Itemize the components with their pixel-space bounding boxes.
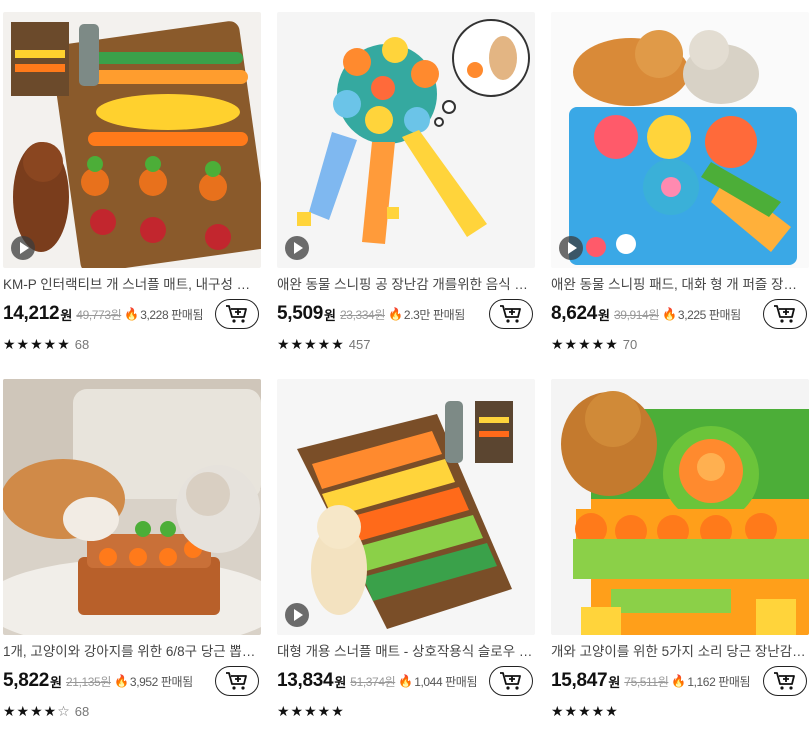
product-grid: KM-P 인터랙티브 개 스너플 매트, 내구성 있는 반려동물 노즈워크 담요… bbox=[0, 0, 810, 732]
play-icon[interactable] bbox=[11, 236, 35, 260]
sale-price: 13,834 bbox=[277, 670, 334, 691]
original-price: 51,374원 bbox=[350, 674, 396, 689]
product-image-art bbox=[551, 379, 809, 635]
price-row: 13,834 원 51,374원 🔥 1,044 판매됨 bbox=[277, 665, 535, 697]
star-rating: ★★★★☆ bbox=[3, 703, 71, 720]
sold-count: 2.3만 판매됨 bbox=[403, 307, 465, 322]
add-to-cart-button[interactable] bbox=[489, 666, 533, 696]
product-image[interactable] bbox=[551, 379, 809, 635]
price-row: 14,212 원 49,773원 🔥 3,228 판매됨 bbox=[3, 298, 261, 330]
cart-plus-icon bbox=[500, 672, 521, 690]
product-title[interactable]: 애완 동물 스니핑 패드, 대화 형 개 퍼즐 장난감 노즈워크 bbox=[551, 276, 809, 294]
product-card[interactable]: 1개, 고양이와 강아지를 위한 6/8구 당근 뽑기 장난감 5,822원 2… bbox=[3, 379, 261, 719]
add-to-cart-button[interactable] bbox=[215, 299, 259, 329]
currency-label: 원 bbox=[608, 674, 621, 690]
price-row: 8,624 원 39,914원 🔥 3,225 판매됨 bbox=[551, 298, 809, 330]
currency-label: 원 bbox=[324, 307, 337, 323]
sale-price: 14,212 bbox=[3, 303, 60, 324]
review-count: 68 bbox=[74, 336, 90, 352]
original-price: 39,914원 bbox=[614, 307, 659, 322]
review-count: 457 bbox=[348, 336, 371, 352]
price-row: 5,822 원 21,135원 🔥 3,952 판매됨 bbox=[3, 665, 261, 697]
rating: ★★★★★ 70 bbox=[551, 336, 809, 352]
play-icon[interactable] bbox=[285, 603, 309, 627]
fire-icon: 🔥 bbox=[124, 307, 140, 321]
cart-plus-icon bbox=[226, 672, 247, 690]
currency-label: 원 bbox=[60, 307, 73, 323]
rating: ★★★★★ bbox=[551, 703, 809, 719]
product-image-art bbox=[551, 12, 809, 268]
product-title[interactable]: 애완 동물 스니핑 공 장난감 개를위한 음식 스너플 볼 bbox=[277, 276, 535, 294]
fire-icon: 🔥 bbox=[387, 307, 403, 321]
star-rating: ★★★★★ bbox=[551, 335, 619, 352]
rating: ★★★★★ bbox=[277, 703, 535, 719]
play-icon[interactable] bbox=[285, 236, 309, 260]
cart-plus-icon bbox=[774, 305, 795, 323]
fire-icon: 🔥 bbox=[661, 307, 677, 321]
star-rating: ★★★★★ bbox=[551, 702, 619, 719]
product-card[interactable]: 개와 고양이를 위한 5가지 소리 당근 장난감 스너플 매트 15,847원 … bbox=[551, 379, 809, 719]
product-image[interactable] bbox=[3, 12, 261, 268]
play-icon[interactable] bbox=[559, 236, 583, 260]
sale-price: 8,624 bbox=[551, 303, 598, 324]
product-title[interactable]: 대형 개용 스너플 매트 - 상호작용식 슬로우 피더 노즈워크 bbox=[277, 643, 535, 661]
product-title[interactable]: KM-P 인터랙티브 개 스너플 매트, 내구성 있는 반려동물 노즈워크 담요 bbox=[3, 276, 261, 294]
star-rating: ★★★★★ bbox=[277, 702, 345, 719]
cart-plus-icon bbox=[500, 305, 521, 323]
cart-plus-icon bbox=[774, 672, 795, 690]
currency-label: 원 bbox=[50, 674, 63, 690]
sale-price: 15,847 bbox=[551, 670, 608, 691]
original-price: 21,135원 bbox=[66, 674, 111, 689]
original-price: 49,773원 bbox=[76, 307, 122, 322]
currency-label: 원 bbox=[598, 307, 611, 323]
review-count: 70 bbox=[622, 336, 638, 352]
rating: ★★★★★ 68 bbox=[3, 336, 261, 352]
star-rating: ★★★★★ bbox=[3, 335, 71, 352]
product-image-art bbox=[277, 379, 535, 635]
rating: ★★★★★ 457 bbox=[277, 336, 535, 352]
product-image[interactable] bbox=[3, 379, 261, 635]
fire-icon: 🔥 bbox=[671, 674, 687, 688]
currency-label: 원 bbox=[334, 674, 347, 690]
original-price: 23,334원 bbox=[340, 307, 385, 322]
sold-count: 3,952 판매됨 bbox=[129, 674, 193, 689]
sold-count: 3,228 판매됨 bbox=[140, 307, 204, 322]
sold-count: 3,225 판매됨 bbox=[677, 307, 741, 322]
product-image-art bbox=[3, 12, 261, 268]
sold-count: 1,162 판매됨 bbox=[687, 674, 751, 689]
product-image-art bbox=[277, 12, 535, 268]
product-image[interactable] bbox=[277, 12, 535, 268]
add-to-cart-button[interactable] bbox=[489, 299, 533, 329]
product-card[interactable]: KM-P 인터랙티브 개 스너플 매트, 내구성 있는 반려동물 노즈워크 담요… bbox=[3, 12, 261, 352]
price-row: 15,847 원 75,511원 🔥 1,162 판매됨 bbox=[551, 665, 809, 697]
original-price: 75,511원 bbox=[624, 674, 669, 689]
empty-star: ☆ bbox=[57, 702, 71, 719]
rating: ★★★★☆ 68 bbox=[3, 703, 261, 719]
sold-count: 1,044 판매됨 bbox=[414, 674, 478, 689]
fire-icon: 🔥 bbox=[113, 674, 129, 688]
sale-price: 5,822 bbox=[3, 670, 50, 691]
price-row: 5,509 원 23,334원 🔥 2.3만 판매됨 bbox=[277, 298, 535, 330]
product-card[interactable]: 대형 개용 스너플 매트 - 상호작용식 슬로우 피더 노즈워크 13,834원… bbox=[277, 379, 535, 719]
star-rating: ★★★★★ bbox=[277, 335, 345, 352]
product-title[interactable]: 개와 고양이를 위한 5가지 소리 당근 장난감 스너플 매트 bbox=[551, 643, 809, 661]
product-card[interactable]: 애완 동물 스니핑 공 장난감 개를위한 음식 스너플 볼 5,509원 23,… bbox=[277, 12, 535, 352]
add-to-cart-button[interactable] bbox=[215, 666, 259, 696]
product-image[interactable] bbox=[277, 379, 535, 635]
filled-stars: ★★★★ bbox=[3, 702, 58, 719]
review-count: 68 bbox=[74, 703, 90, 719]
add-to-cart-button[interactable] bbox=[763, 666, 807, 696]
cart-plus-icon bbox=[226, 305, 247, 323]
product-image-art bbox=[3, 379, 261, 635]
product-image[interactable] bbox=[551, 12, 809, 268]
product-title[interactable]: 1개, 고양이와 강아지를 위한 6/8구 당근 뽑기 장난감 bbox=[3, 643, 261, 661]
add-to-cart-button[interactable] bbox=[763, 299, 807, 329]
fire-icon: 🔥 bbox=[398, 674, 414, 688]
product-card[interactable]: 애완 동물 스니핑 패드, 대화 형 개 퍼즐 장난감 노즈워크 8,624원 … bbox=[551, 12, 809, 352]
sale-price: 5,509 bbox=[277, 303, 324, 324]
